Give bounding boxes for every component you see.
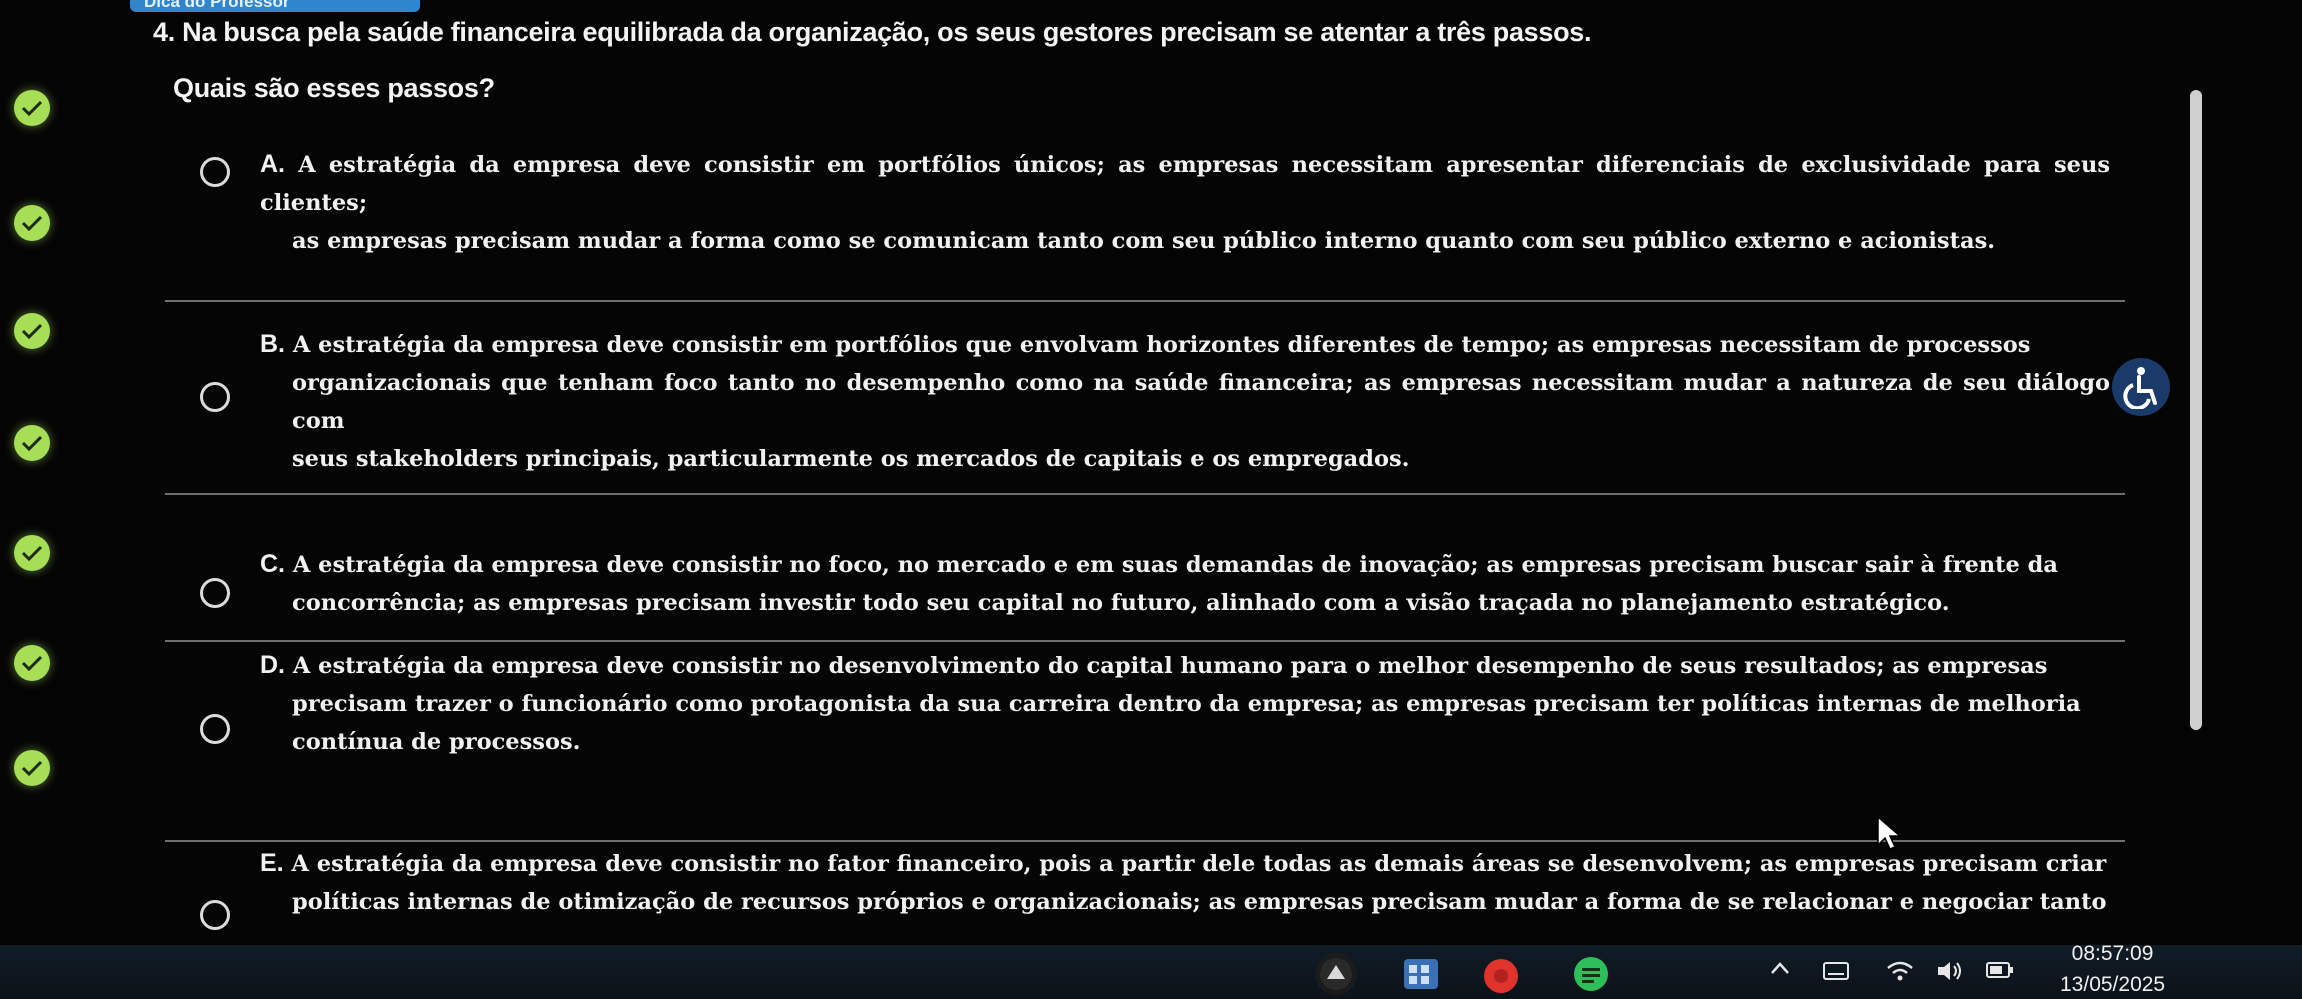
option-line: organizacionais que tenham foco tanto no… xyxy=(292,370,2110,434)
clock-date: 13/05/2025 xyxy=(2060,973,2166,996)
wheelchair-icon xyxy=(2123,367,2157,409)
radio-option-e[interactable] xyxy=(200,900,230,930)
option-letter: A. xyxy=(260,150,285,178)
option-text: A. A estratégia da empresa deve consisti… xyxy=(260,145,2110,260)
browser-app-icon[interactable] xyxy=(1480,953,1522,995)
option-letter: E. xyxy=(260,849,284,877)
check-icon[interactable] xyxy=(14,645,50,681)
check-icon[interactable] xyxy=(14,535,50,571)
option-letter: D. xyxy=(260,651,285,679)
option-line: A estratégia da empresa deve consistir n… xyxy=(291,851,2107,877)
chat-app-icon[interactable] xyxy=(1570,953,1612,995)
check-icon[interactable] xyxy=(14,750,50,786)
option-text: C. A estratégia da empresa deve consisti… xyxy=(260,493,2110,622)
option-line: A estratégia da empresa deve consistir n… xyxy=(292,552,2058,578)
question-text: 4. Na busca pela saúde financeira equili… xyxy=(153,8,2053,56)
chevron-up-icon[interactable] xyxy=(1770,961,1790,975)
question-subtext: Quais são esses passos? xyxy=(173,73,495,103)
option-line: precisam trazer o funcionário como prota… xyxy=(292,691,2081,717)
option-line: A estratégia da empresa deve consistir n… xyxy=(292,653,2048,679)
app-icon[interactable] xyxy=(1315,953,1357,995)
keyboard-icon[interactable] xyxy=(1822,960,1850,982)
wifi-icon[interactable] xyxy=(1885,959,1915,983)
option-line: A estratégia da empresa deve consistir e… xyxy=(292,332,2031,358)
option-line: as empresas precisam mudar a forma como … xyxy=(292,228,1996,254)
accessibility-button[interactable] xyxy=(2112,358,2170,416)
clock-time: 08:57:09 xyxy=(2071,942,2154,965)
question-number: 4. xyxy=(153,17,175,47)
option-line: seus stakeholders principais, particular… xyxy=(292,446,1410,472)
option-b[interactable]: B. A estratégia da empresa deve consisti… xyxy=(200,300,2130,478)
taskbar-clock[interactable]: 08:57:09 13/05/2025 xyxy=(2060,940,2165,999)
taskbar xyxy=(0,945,2302,999)
option-text: D. A estratégia da empresa deve consisti… xyxy=(260,640,2110,761)
option-d[interactable]: D. A estratégia da empresa deve consisti… xyxy=(200,640,2130,761)
option-line: A estratégia da empresa deve consistir e… xyxy=(260,152,2110,216)
radio-option-b[interactable] xyxy=(200,382,230,412)
option-a[interactable]: A. A estratégia da empresa deve consisti… xyxy=(200,145,2130,260)
scrollbar-thumb[interactable] xyxy=(2190,90,2202,730)
radio-option-c[interactable] xyxy=(200,578,230,608)
option-letter: B. xyxy=(260,330,285,358)
question-statement: Na busca pela saúde financeira equilibra… xyxy=(182,17,1592,47)
check-icon[interactable] xyxy=(14,425,50,461)
option-e[interactable]: E. A estratégia da empresa deve consisti… xyxy=(200,820,2130,930)
option-text: E. A estratégia da empresa deve consisti… xyxy=(260,820,2110,930)
option-line: políticas internas de otimização de recu… xyxy=(292,889,2107,915)
option-line: contínua de processos. xyxy=(292,729,581,755)
battery-icon[interactable] xyxy=(1985,961,2015,979)
radio-option-a[interactable] xyxy=(200,157,230,187)
check-icon[interactable] xyxy=(14,90,50,126)
option-c[interactable]: C. A estratégia da empresa deve consisti… xyxy=(200,493,2130,622)
option-letter: C. xyxy=(260,550,285,578)
check-icon[interactable] xyxy=(14,313,50,349)
check-icon[interactable] xyxy=(14,205,50,241)
radio-option-d[interactable] xyxy=(200,714,230,744)
option-line: concorrência; as empresas precisam inves… xyxy=(292,590,1950,616)
mouse-cursor-icon xyxy=(1877,815,1902,850)
progress-rail xyxy=(0,0,90,999)
grid-app-icon[interactable] xyxy=(1400,953,1442,995)
question: 4. Na busca pela saúde financeira equili… xyxy=(153,8,2053,112)
option-text: B. A estratégia da empresa deve consisti… xyxy=(260,300,2110,478)
volume-icon[interactable] xyxy=(1935,959,1965,983)
